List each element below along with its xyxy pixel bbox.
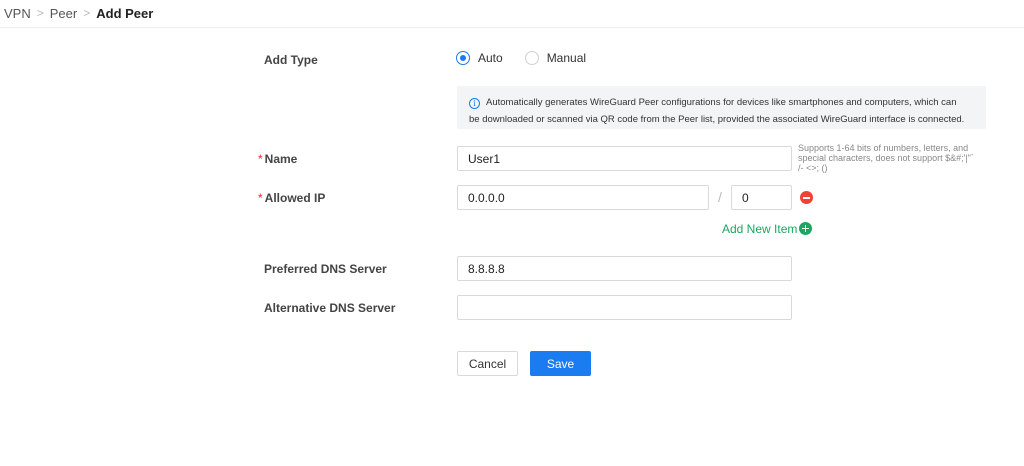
info-text-line2: be downloaded or scanned via QR code fro…: [469, 114, 965, 125]
add-type-label: Add Type: [264, 53, 318, 67]
preferred-dns-label: Preferred DNS Server: [264, 262, 387, 276]
breadcrumb: VPN > Peer > Add Peer: [4, 3, 153, 23]
radio-unchecked-icon: [524, 51, 539, 65]
breadcrumb-vpn[interactable]: VPN: [4, 6, 31, 21]
breadcrumb-peer[interactable]: Peer: [50, 6, 77, 21]
radio-auto[interactable]: Auto: [456, 51, 503, 65]
breadcrumb-separator: >: [36, 6, 44, 20]
add-item-icon[interactable]: [799, 222, 812, 235]
preferred-dns-input[interactable]: [457, 256, 792, 281]
ip-mask-separator: /: [718, 189, 722, 205]
required-mark: *: [258, 152, 263, 166]
header-divider: [0, 27, 1024, 28]
name-hint: Supports 1-64 bits of numbers, letters, …: [798, 143, 974, 173]
radio-manual[interactable]: Manual: [524, 51, 587, 65]
alternative-dns-input[interactable]: [457, 295, 792, 320]
remove-item-icon[interactable]: [800, 191, 813, 204]
name-label-wrap: * Name: [258, 152, 297, 166]
name-label: Name: [264, 152, 298, 166]
allowed-ip-mask-input[interactable]: [731, 185, 792, 210]
info-text-line1: Automatically generates WireGuard Peer c…: [486, 97, 957, 108]
allowed-ip-label-wrap: * Allowed IP: [258, 191, 325, 205]
radio-checked-icon: [456, 51, 470, 65]
allowed-ip-label: Allowed IP: [264, 191, 326, 205]
breadcrumb-current: Add Peer: [96, 5, 154, 21]
radio-manual-label: Manual: [546, 51, 587, 65]
save-button[interactable]: Save: [530, 351, 591, 376]
info-icon: i: [469, 98, 480, 109]
info-box: i Automatically generates WireGuard Peer …: [457, 86, 986, 129]
allowed-ip-input[interactable]: [457, 185, 709, 210]
name-input[interactable]: [457, 146, 792, 171]
alternative-dns-label: Alternative DNS Server: [264, 301, 396, 315]
required-mark: *: [258, 191, 263, 205]
add-new-item-link[interactable]: Add New Item: [722, 222, 797, 236]
add-type-radio-group: Auto Manual: [456, 51, 608, 65]
breadcrumb-separator: >: [83, 6, 91, 20]
cancel-button[interactable]: Cancel: [457, 351, 518, 376]
radio-auto-label: Auto: [478, 51, 503, 65]
